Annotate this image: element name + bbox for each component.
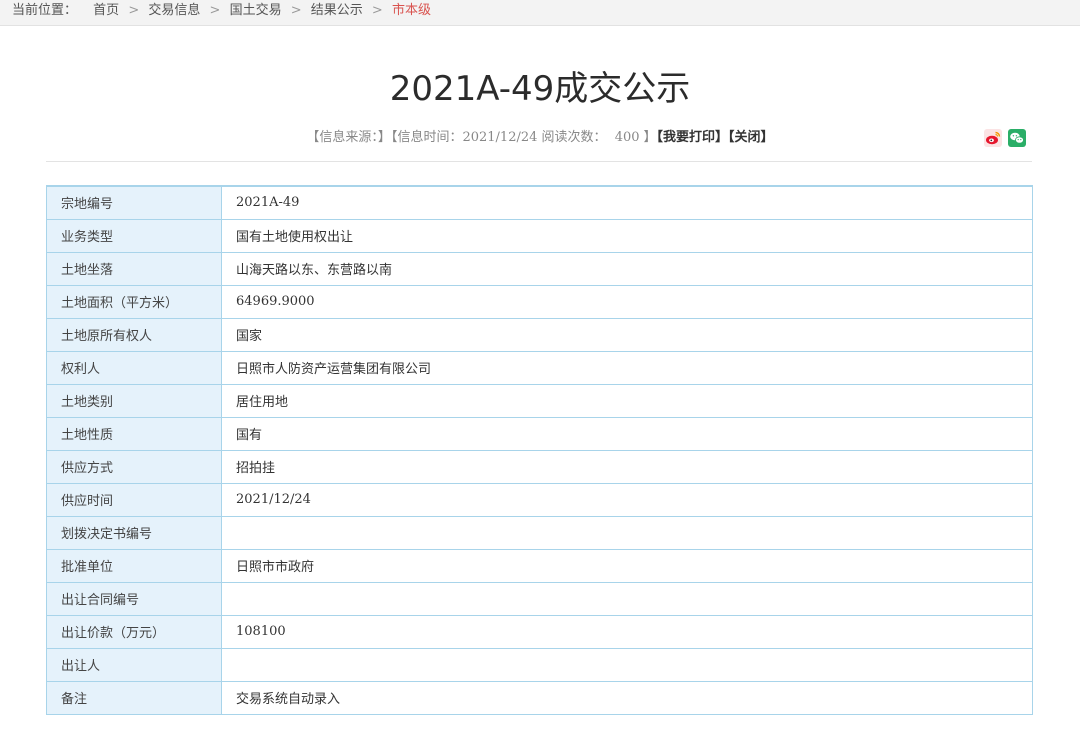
read-count-label: 阅读次数： bbox=[541, 130, 607, 145]
close-button[interactable]: 【关闭】 bbox=[728, 130, 774, 145]
breadcrumb-prefix: 当前位置： bbox=[12, 3, 78, 18]
row-label: 土地性质 bbox=[46, 416, 222, 451]
row-label: 划拨决定书编号 bbox=[46, 515, 222, 550]
table-row: 宗地编号 2021A-49 bbox=[46, 185, 1033, 220]
breadcrumb-separator: > bbox=[128, 3, 140, 18]
print-button[interactable]: 【我要打印】 bbox=[657, 130, 729, 145]
weibo-icon[interactable] bbox=[984, 129, 1002, 147]
breadcrumb-trade-info-link[interactable]: 交易信息 bbox=[148, 3, 200, 18]
row-value: 日照市人防资产运营集团有限公司 bbox=[221, 350, 1033, 385]
row-label: 土地面积（平方米） bbox=[46, 284, 222, 319]
row-value bbox=[221, 515, 1033, 550]
row-label: 出让合同编号 bbox=[46, 581, 222, 616]
read-count: 400 bbox=[614, 130, 640, 145]
table-row: 出让合同编号 bbox=[46, 581, 1033, 616]
breadcrumb-separator: > bbox=[371, 3, 383, 18]
row-value: 交易系统自动录入 bbox=[221, 680, 1033, 715]
row-label: 供应方式 bbox=[46, 449, 222, 484]
row-value: 64969.9000 bbox=[221, 284, 1033, 319]
table-row: 业务类型 国有土地使用权出让 bbox=[46, 218, 1033, 253]
row-value: 居住用地 bbox=[221, 383, 1033, 418]
table-row: 供应方式 招拍挂 bbox=[46, 449, 1033, 484]
row-value: 招拍挂 bbox=[221, 449, 1033, 484]
breadcrumb-home-link[interactable]: 首页 bbox=[93, 3, 119, 18]
row-label: 权利人 bbox=[46, 350, 222, 385]
breadcrumb-current[interactable]: 市本级 bbox=[392, 3, 431, 18]
table-row: 土地类别 居住用地 bbox=[46, 383, 1033, 418]
table-row: 出让人 bbox=[46, 647, 1033, 682]
table-row: 出让价款（万元） 108100 bbox=[46, 614, 1033, 649]
header-divider bbox=[46, 161, 1032, 162]
article-meta: 【信息来源：】【信息时间：2021/12/24 阅读次数： 400 】【我要打印】… bbox=[0, 128, 1080, 148]
row-value: 108100 bbox=[221, 614, 1033, 649]
info-source: 【信息来源：】 bbox=[306, 130, 391, 145]
row-value: 2021/12/24 bbox=[221, 482, 1033, 517]
row-value: 国家 bbox=[221, 317, 1033, 352]
row-value: 国有 bbox=[221, 416, 1033, 451]
row-label: 供应时间 bbox=[46, 482, 222, 517]
row-label: 土地原所有权人 bbox=[46, 317, 222, 352]
land-info-table: 宗地编号 2021A-49 业务类型 国有土地使用权出让 土地坐落 山海天路以东、东营… bbox=[46, 185, 1033, 715]
row-value bbox=[221, 647, 1033, 682]
breadcrumb: 当前位置： 首页 > 交易信息 > 国土交易 > 结果公示 > 市本级 bbox=[0, 0, 1080, 26]
row-label: 出让人 bbox=[46, 647, 222, 682]
row-value: 2021A-49 bbox=[221, 185, 1033, 220]
breadcrumb-result-notice-link[interactable]: 结果公示 bbox=[311, 3, 363, 18]
row-value: 国有土地使用权出让 bbox=[221, 218, 1033, 253]
table-row: 土地坐落 山海天路以东、东营路以南 bbox=[46, 251, 1033, 286]
row-label: 批准单位 bbox=[46, 548, 222, 583]
row-label: 宗地编号 bbox=[46, 185, 222, 220]
meta-bracket-close: 】 bbox=[643, 130, 657, 145]
page-title: 2021A-49成交公示 bbox=[389, 69, 691, 109]
info-time-label: 【信息时间： bbox=[390, 130, 463, 145]
row-label: 备注 bbox=[46, 680, 222, 715]
row-value: 日照市市政府 bbox=[221, 548, 1033, 583]
wechat-icon[interactable] bbox=[1008, 129, 1026, 147]
table-row: 土地原所有权人 国家 bbox=[46, 317, 1033, 352]
table-row: 权利人 日照市人防资产运营集团有限公司 bbox=[46, 350, 1033, 385]
breadcrumb-separator: > bbox=[290, 3, 302, 18]
table-row: 土地性质 国有 bbox=[46, 416, 1033, 451]
row-value bbox=[221, 581, 1033, 616]
row-value: 山海天路以东、东营路以南 bbox=[221, 251, 1033, 286]
breadcrumb-separator: > bbox=[209, 3, 221, 18]
info-time: 2021/12/24 bbox=[462, 130, 538, 145]
table-row: 土地面积（平方米） 64969.9000 bbox=[46, 284, 1033, 319]
share-icons bbox=[984, 129, 1026, 147]
table-row: 备注 交易系统自动录入 bbox=[46, 680, 1033, 715]
table-row: 供应时间 2021/12/24 bbox=[46, 482, 1033, 517]
row-label: 土地类别 bbox=[46, 383, 222, 418]
table-row: 批准单位 日照市市政府 bbox=[46, 548, 1033, 583]
table-row: 划拨决定书编号 bbox=[46, 515, 1033, 550]
row-label: 业务类型 bbox=[46, 218, 222, 253]
row-label: 出让价款（万元） bbox=[46, 614, 222, 649]
row-label: 土地坐落 bbox=[46, 251, 222, 286]
breadcrumb-land-trade-link[interactable]: 国土交易 bbox=[230, 3, 282, 18]
